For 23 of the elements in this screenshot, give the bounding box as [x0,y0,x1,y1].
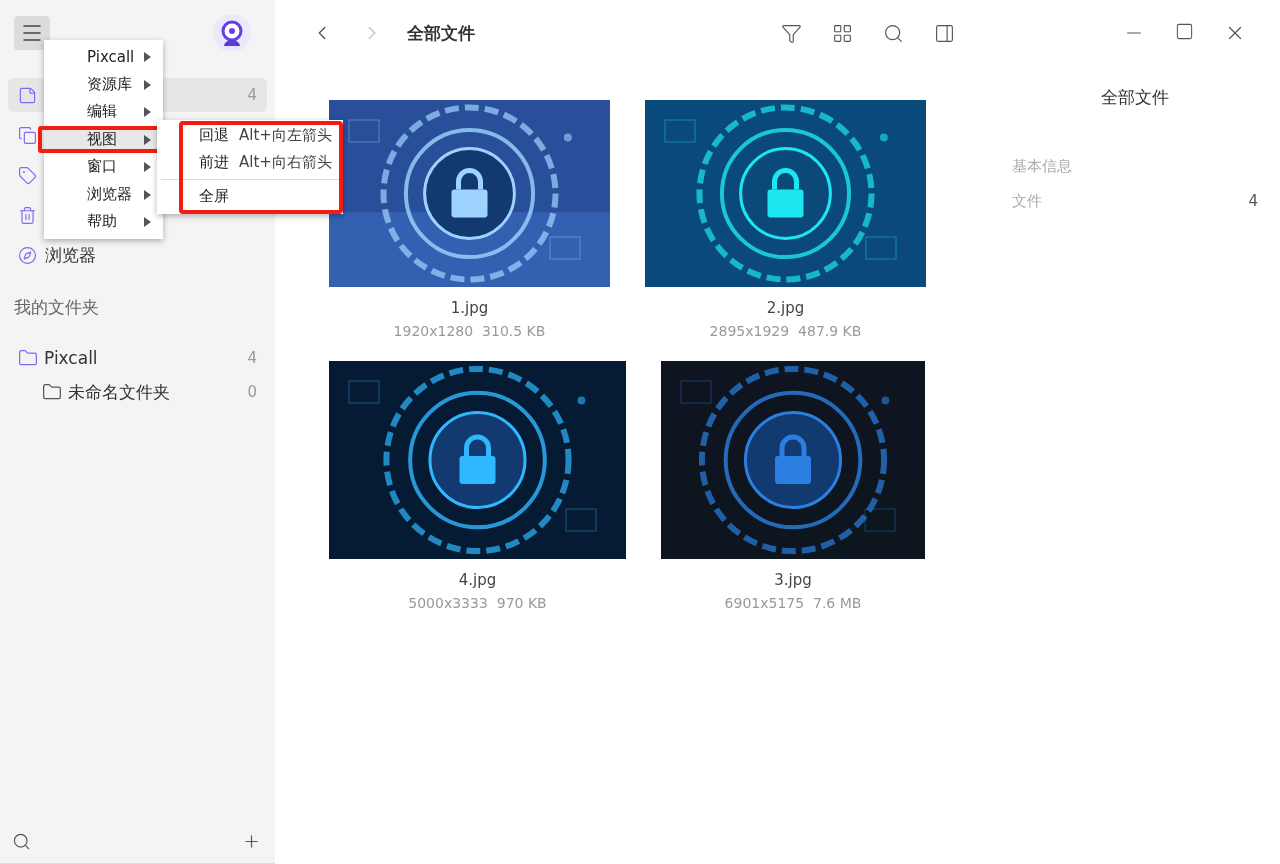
file-meta: 2895x1929 487.9 KB [709,323,862,339]
info-title: 全部文件 [1100,86,1170,109]
file-name: 3.jpg [774,571,812,589]
file-name: 4.jpg [458,571,497,589]
folder-count: 4 [247,349,257,367]
section-heading: 我的文件夹 [14,296,100,319]
page-title: 全部文件 [407,21,475,45]
info-section: 基本信息 [1012,157,1258,176]
file-meta: 6901x5175 7.6 MB [724,595,862,611]
folder-count: 0 [247,383,257,401]
file-name: 1.jpg [450,299,489,317]
file-name: 2.jpg [766,299,805,317]
shortcut-text: Alt+向左箭头 [239,126,332,145]
file-meta: 5000x3333 970 KB [408,595,547,611]
shortcut-text: Alt+向右箭头 [239,153,332,172]
command-label: 前进 [199,153,229,172]
command-label: 全屏 [199,187,229,206]
sidebar-label: 浏览器 [45,243,96,267]
file-meta: 1920x1280 310.5 KB [393,323,546,339]
sidebar-count: 4 [247,86,257,104]
info-value: 4 [1248,192,1258,211]
command-label: 回退 [199,126,229,145]
info-label: 文件 [1012,192,1042,211]
